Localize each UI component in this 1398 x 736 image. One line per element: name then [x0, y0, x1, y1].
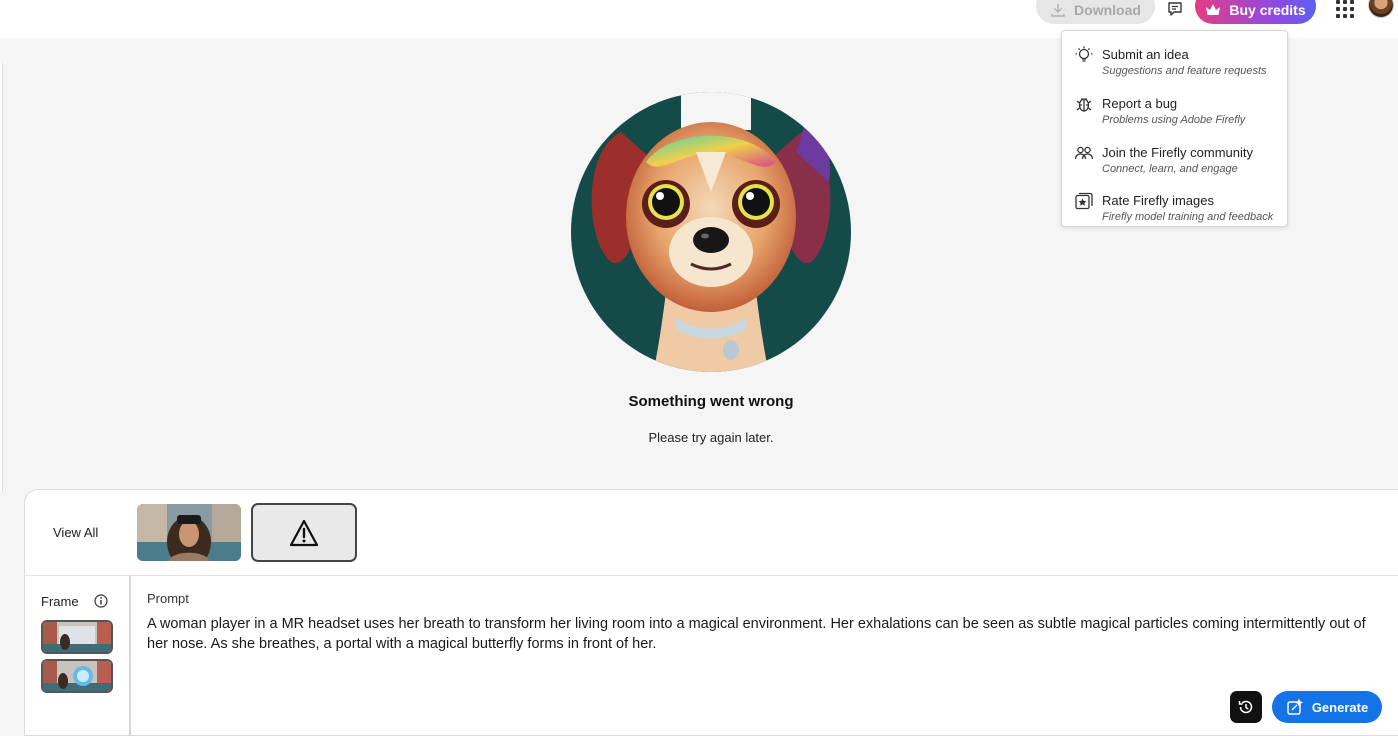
frame-section: Frame	[25, 576, 131, 736]
view-all-link[interactable]: View All	[53, 525, 98, 540]
history-icon	[1238, 700, 1253, 714]
menu-item-community[interactable]: Join the Firefly community Connect, lear…	[1062, 137, 1287, 183]
menu-item-rate-images[interactable]: Rate Firefly images Firefly model traini…	[1062, 185, 1287, 231]
buy-credits-button[interactable]: Buy credits	[1195, 0, 1316, 24]
crown-icon	[1206, 4, 1221, 15]
warning-icon	[289, 519, 319, 546]
menu-item-report-bug[interactable]: Report a bug Problems using Adobe Firefl…	[1062, 88, 1287, 134]
frame-label: Frame	[41, 594, 79, 609]
frame-thumbnail-end[interactable]	[41, 659, 113, 693]
prompt-input[interactable]: A woman player in a MR headset uses her …	[147, 614, 1387, 654]
lightbulb-icon	[1075, 46, 1093, 62]
generate-icon	[1287, 698, 1303, 715]
feedback-menu: Submit an idea Suggestions and feature r…	[1061, 30, 1288, 227]
apps-grid-icon[interactable]	[1334, 0, 1356, 20]
menu-item-title: Submit an idea	[1102, 47, 1189, 62]
error-illustration	[571, 92, 851, 372]
bug-icon	[1076, 98, 1092, 112]
menu-item-subtitle: Suggestions and feature requests	[1102, 65, 1267, 77]
generation-panel: View All Frame Prompt A woman player in …	[24, 489, 1398, 736]
left-panel-edge	[0, 62, 3, 492]
generate-button[interactable]: Generate	[1272, 691, 1382, 723]
buy-credits-label: Buy credits	[1229, 2, 1306, 18]
frame-thumbnail-start[interactable]	[41, 620, 113, 654]
avatar[interactable]	[1368, 0, 1394, 18]
generate-label: Generate	[1311, 699, 1369, 715]
menu-item-submit-idea[interactable]: Submit an idea Suggestions and feature r…	[1062, 39, 1287, 85]
feedback-icon	[1168, 2, 1182, 16]
menu-item-title: Report a bug	[1102, 96, 1178, 111]
info-icon[interactable]	[94, 594, 108, 608]
download-icon	[1051, 4, 1065, 17]
thumbnail-strip: View All	[25, 490, 1398, 576]
menu-item-subtitle: Connect, learn, and engage	[1102, 163, 1238, 175]
menu-item-title: Join the Firefly community	[1102, 145, 1253, 160]
rate-images-icon	[1075, 192, 1093, 210]
feedback-button[interactable]	[1162, 0, 1188, 20]
history-button[interactable]	[1230, 691, 1262, 723]
menu-item-title: Rate Firefly images	[1102, 193, 1214, 208]
download-label: Download	[1074, 2, 1141, 18]
prompt-label: Prompt	[147, 591, 189, 606]
failed-thumbnail[interactable]	[251, 503, 357, 562]
menu-item-subtitle: Problems using Adobe Firefly	[1102, 114, 1246, 126]
community-icon	[1074, 146, 1094, 160]
menu-item-subtitle: Firefly model training and feedback	[1102, 211, 1274, 223]
error-title: Something went wrong	[628, 393, 794, 410]
download-button[interactable]: Download	[1036, 0, 1155, 24]
thumbnail-image[interactable]	[137, 504, 241, 561]
error-message: Please try again later.	[648, 430, 774, 445]
